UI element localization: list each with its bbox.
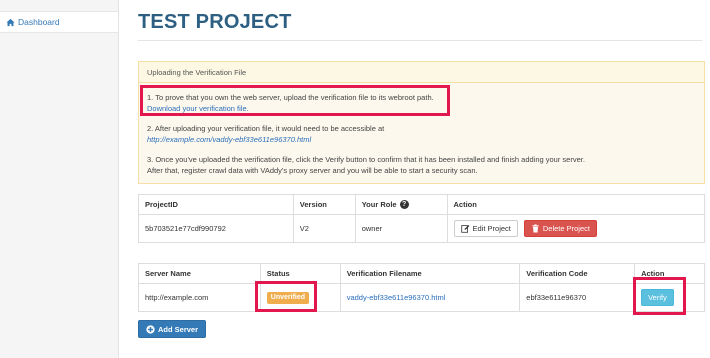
- step-1: 1. To prove that you own the web server,…: [147, 92, 434, 114]
- plus-circle-icon: [146, 324, 155, 334]
- sidebar-item-dashboard[interactable]: Dashboard: [0, 11, 118, 33]
- project-table: ProjectID Version Your Role ? Action 5b7…: [138, 194, 706, 243]
- add-server-button[interactable]: Add Server: [138, 320, 207, 338]
- verification-code: ebf33e611e96370: [519, 283, 636, 312]
- project-actions: Edit Project Delete Project: [446, 214, 706, 243]
- step-2: 2. After uploading your verification fil…: [147, 123, 384, 145]
- edit-icon: [460, 225, 469, 233]
- project-id: 5b703521e77cdf990792: [138, 214, 294, 243]
- verification-filename-link[interactable]: vaddy-ebf33e611e96370.html: [347, 293, 446, 302]
- verification-filename-cell: vaddy-ebf33e611e96370.html: [339, 283, 521, 312]
- table-row: http://example.com Unverified vaddy-ebf3…: [138, 283, 705, 312]
- page-title: TEST PROJECT: [138, 11, 292, 33]
- project-version: V2: [292, 214, 356, 243]
- column-header: Your Role ?: [354, 194, 448, 215]
- server-name: http://example.com: [138, 283, 261, 312]
- step-3: 3. Once you've uploaded the verification…: [147, 154, 585, 176]
- column-header: Verification Filename: [339, 263, 521, 284]
- server-actions: Verify: [634, 283, 705, 312]
- project-table-header: ProjectID Version Your Role ? Action: [138, 194, 706, 215]
- column-header: Server Name: [138, 263, 261, 284]
- add-server-label: Add Server: [158, 324, 199, 334]
- edit-project-button[interactable]: Edit Project: [453, 220, 518, 237]
- panel-heading: Uploading the Verification File: [139, 62, 704, 83]
- table-row: 5b703521e77cdf990792 V2 owner Edit Proje…: [138, 214, 706, 243]
- status-badge: Unverified: [266, 291, 310, 304]
- verification-url: http://example.com/vaddy-ebf33e611e96370…: [147, 135, 312, 144]
- step-3-line-2: After that, register crawl data with VAd…: [147, 166, 478, 175]
- title-divider: [138, 40, 702, 41]
- column-header-label: Your Role: [361, 199, 397, 209]
- column-header: Status: [259, 263, 341, 284]
- verify-button[interactable]: Verify: [641, 289, 674, 306]
- verification-panel: Uploading the Verification File 1. To pr…: [138, 61, 705, 184]
- edit-project-label: Edit Project: [472, 224, 511, 233]
- step-2-text: 2. After uploading your verification fil…: [147, 124, 385, 133]
- step-1-text: 1. To prove that you own the web server,…: [147, 93, 434, 102]
- sidebar-item-label: Dashboard: [18, 17, 60, 27]
- home-icon: [6, 18, 15, 26]
- delete-project-button[interactable]: Delete Project: [523, 220, 597, 237]
- delete-project-label: Delete Project: [542, 224, 590, 233]
- project-role: owner: [354, 214, 448, 243]
- step-3-line-1: 3. Once you've uploaded the verification…: [147, 155, 585, 164]
- download-verification-file-link[interactable]: Download your verification file.: [147, 104, 249, 113]
- server-table: Server Name Status Verification Filename…: [138, 263, 705, 312]
- trash-icon: [532, 224, 539, 233]
- column-header: Verification Code: [519, 263, 636, 284]
- column-header: Action: [634, 263, 705, 284]
- sidebar: Dashboard: [0, 0, 119, 358]
- help-icon[interactable]: ?: [399, 200, 409, 210]
- column-header: ProjectID: [138, 194, 294, 215]
- server-status: Unverified: [259, 283, 341, 312]
- column-header: Action: [446, 194, 706, 215]
- server-table-header: Server Name Status Verification Filename…: [138, 263, 705, 284]
- column-header: Version: [292, 194, 356, 215]
